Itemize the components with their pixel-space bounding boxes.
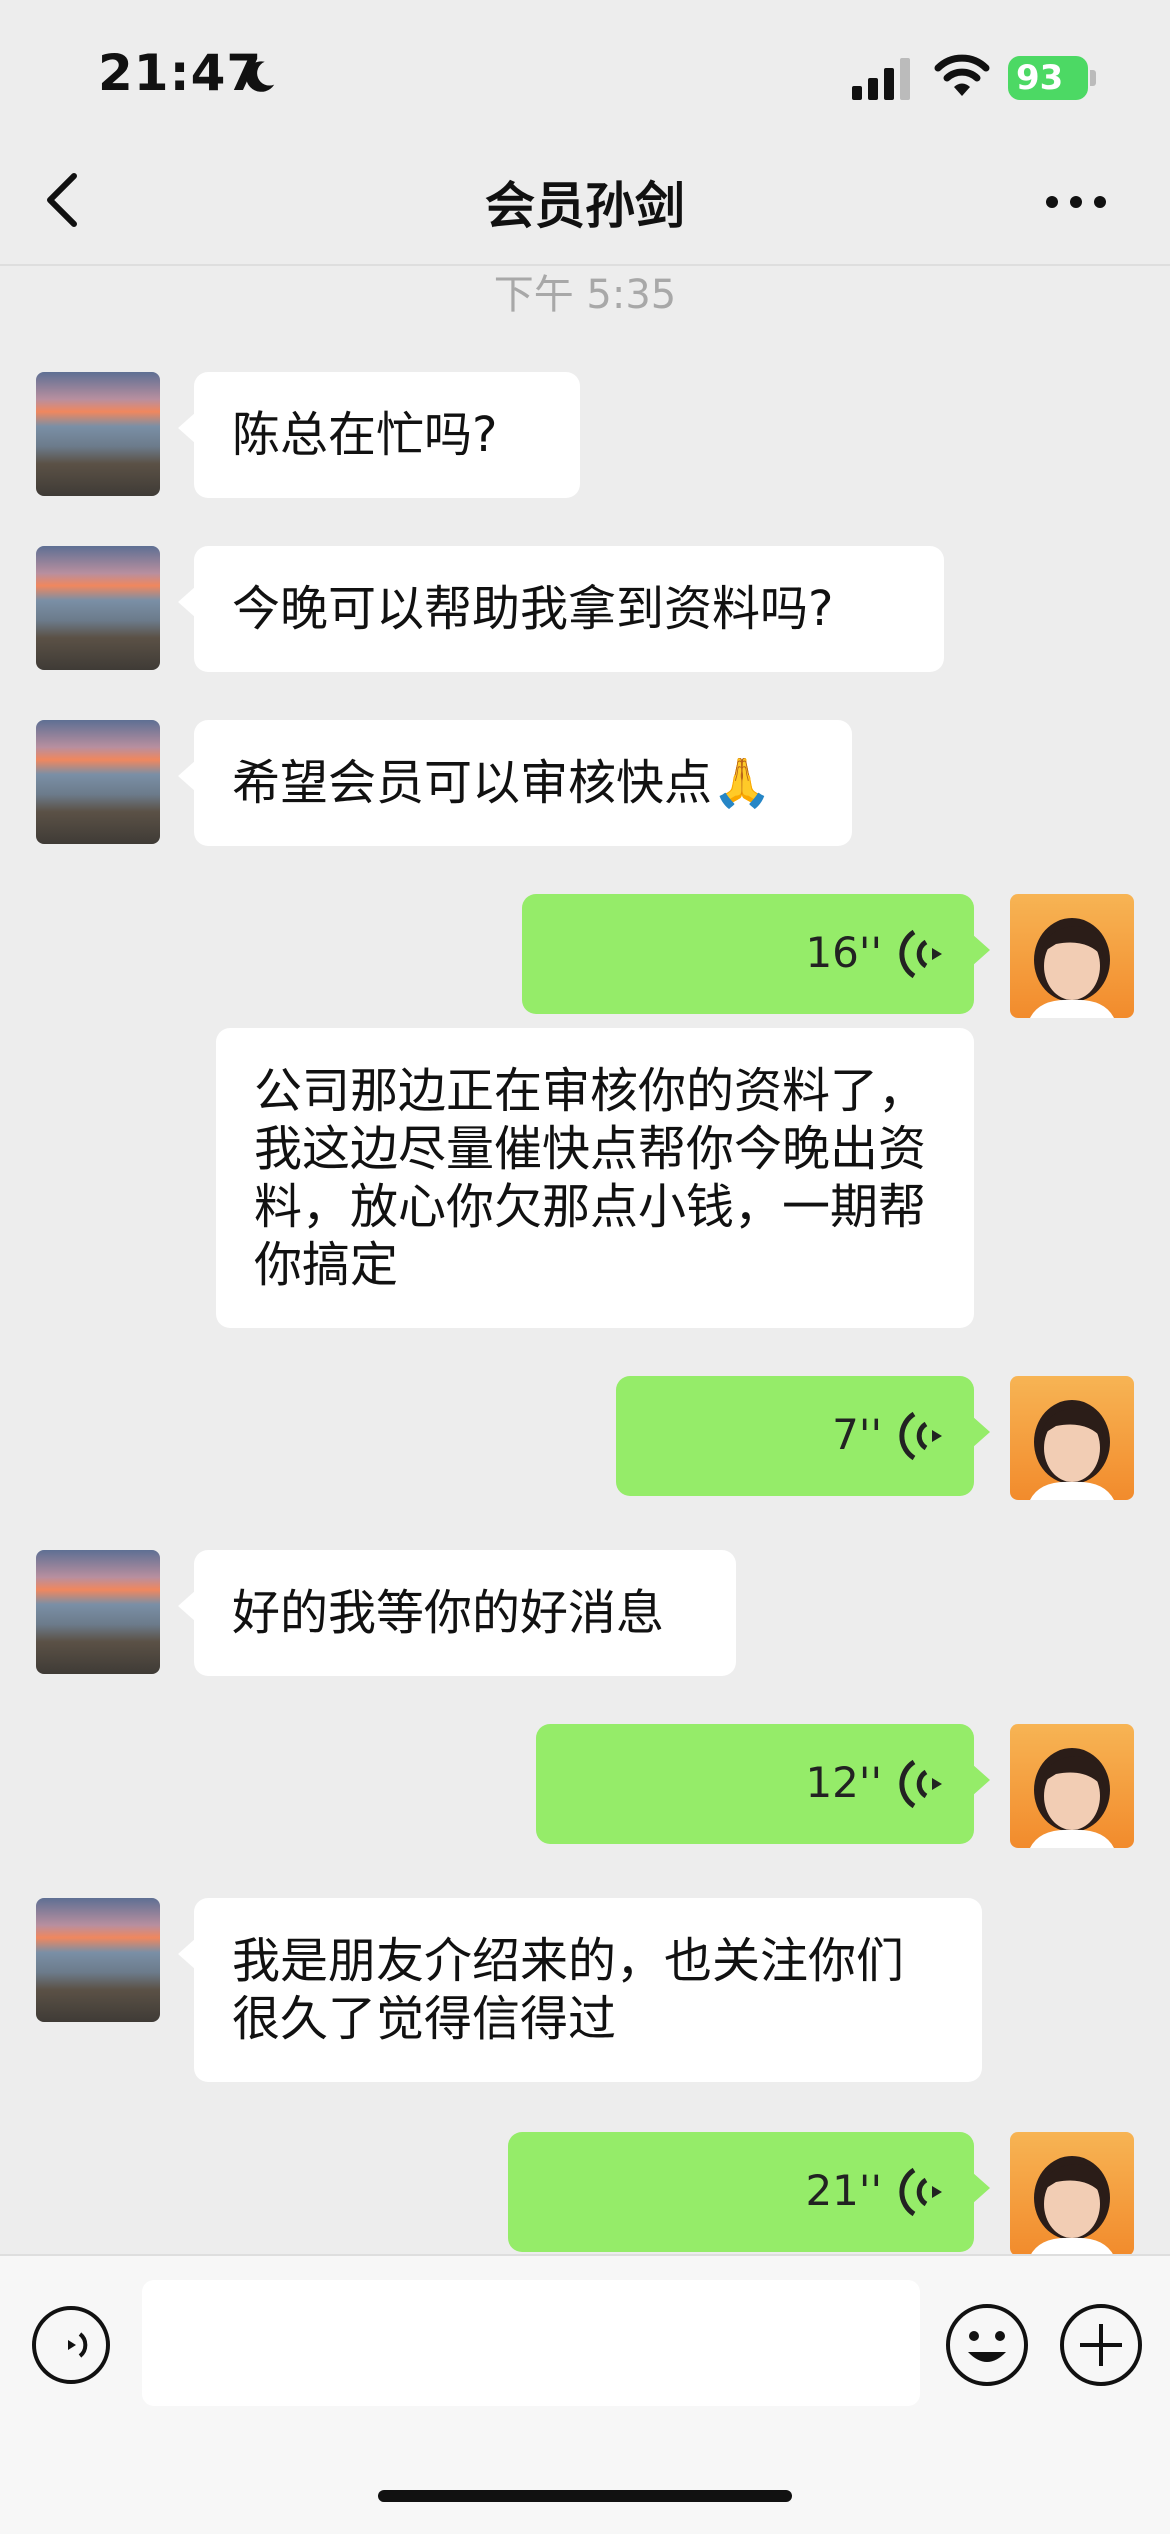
- contact-avatar[interactable]: [36, 720, 160, 844]
- sent-voice-message[interactable]: 16'': [522, 894, 990, 1014]
- voice-wave-icon: [899, 1759, 942, 1809]
- voice-wave-icon: [899, 929, 942, 979]
- my-avatar[interactable]: [1010, 894, 1134, 1018]
- message-text: 好的我等你的好消息: [232, 1585, 665, 1641]
- received-message-bubble[interactable]: 好的我等你的好消息: [178, 1550, 736, 1676]
- status-bar: 21:47 93: [0, 0, 1170, 140]
- message-text: 今晚可以帮助我拿到资料吗?: [232, 581, 834, 637]
- woman-portrait-icon: [1030, 1400, 1114, 1500]
- more-functions-plus-button[interactable]: [1058, 2302, 1144, 2388]
- sent-voice-message[interactable]: 7'': [616, 1376, 990, 1496]
- message-timestamp: 下午 5:35: [493, 272, 677, 318]
- chat-title: 会员孙剑: [485, 177, 685, 235]
- emoji-button[interactable]: [944, 2302, 1030, 2388]
- contact-avatar[interactable]: [36, 1898, 160, 2022]
- woman-portrait-icon: [1030, 918, 1114, 1018]
- received-message-bubble[interactable]: 今晚可以帮助我拿到资料吗?: [178, 546, 944, 672]
- voice-input-button[interactable]: [30, 2304, 112, 2386]
- voice-duration: 16'': [805, 928, 882, 977]
- message-text: 公司那边正在审核你的资料了，我这边尽量催快点帮你今晚出资料，放心你欠那点小钱，一…: [254, 1063, 927, 1293]
- message-text: 我是朋友介绍来的，也关注你们很久了觉得信得过: [232, 1933, 905, 2047]
- nav-bar: 会员孙剑: [0, 140, 1170, 266]
- sent-voice-message[interactable]: 21'': [508, 2132, 990, 2252]
- wifi-icon: [934, 54, 990, 96]
- received-message-bubble[interactable]: 我是朋友介绍来的，也关注你们很久了觉得信得过: [178, 1898, 982, 2082]
- my-avatar[interactable]: [1010, 2132, 1134, 2256]
- contact-avatar[interactable]: [36, 546, 160, 670]
- received-message-bubble[interactable]: 希望会员可以审核快点🙏: [178, 720, 852, 846]
- voice-wave-icon: [899, 2167, 942, 2217]
- voice-duration: 7'': [832, 1410, 882, 1459]
- sent-voice-message[interactable]: 12'': [536, 1724, 990, 1844]
- voice-duration: 12'': [805, 1758, 882, 1807]
- woman-portrait-icon: [1030, 2156, 1114, 2256]
- status-time: 21:47: [98, 44, 263, 102]
- moon-icon: [246, 61, 275, 92]
- battery-tip: [1090, 70, 1096, 86]
- message-input[interactable]: [142, 2280, 920, 2406]
- sent-message-bubble[interactable]: 公司那边正在审核你的资料了，我这边尽量催快点帮你今晚出资料，放心你欠那点小钱，一…: [216, 1028, 974, 1328]
- home-indicator[interactable]: [378, 2490, 792, 2502]
- cellular-signal-icon: [852, 58, 910, 100]
- received-message-bubble[interactable]: 陈总在忙吗?: [178, 372, 580, 498]
- battery-level: 93: [1016, 58, 1064, 98]
- woman-portrait-icon: [1030, 1748, 1114, 1848]
- more-options-button[interactable]: [1040, 174, 1112, 230]
- contact-avatar[interactable]: [36, 1550, 160, 1674]
- battery-indicator: 93: [1008, 56, 1088, 100]
- contact-avatar[interactable]: [36, 372, 160, 496]
- voice-wave-icon: [899, 1411, 942, 1461]
- my-avatar[interactable]: [1010, 1376, 1134, 1500]
- message-text: 希望会员可以审核快点🙏: [232, 755, 772, 811]
- message-text: 陈总在忙吗?: [232, 407, 498, 463]
- my-avatar[interactable]: [1010, 1724, 1134, 1848]
- voice-duration: 21'': [805, 2166, 882, 2215]
